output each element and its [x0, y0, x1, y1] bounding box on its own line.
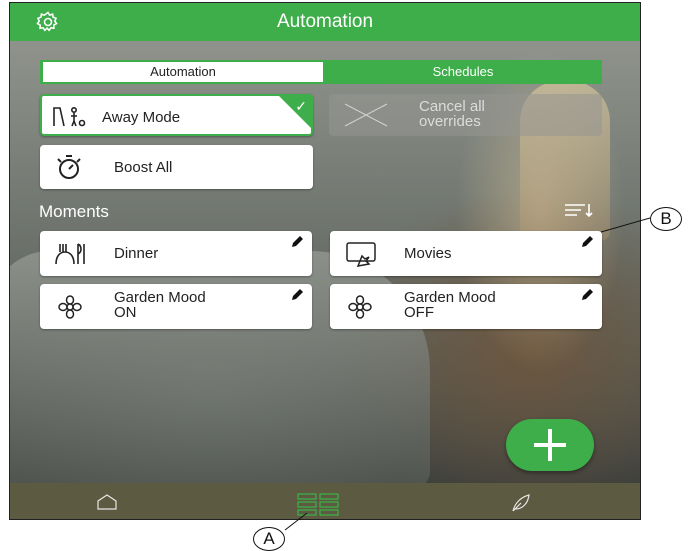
callout-a: A — [253, 527, 285, 551]
callout-b: B — [650, 207, 682, 231]
callout-lines — [284, 217, 651, 531]
